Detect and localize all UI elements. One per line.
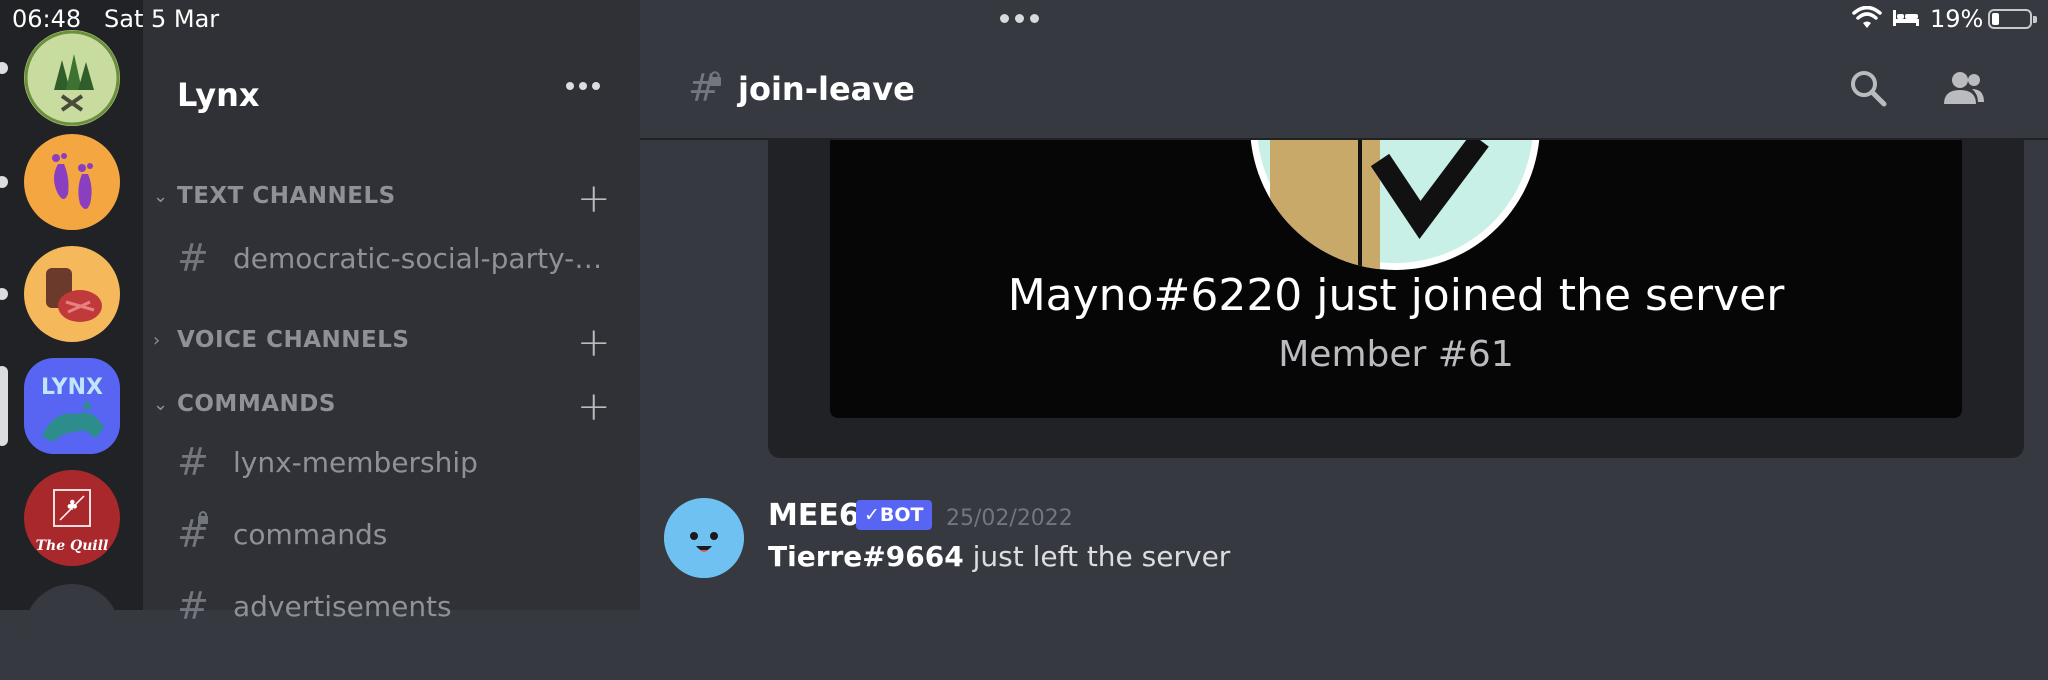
chevron-down-icon: ⌄ bbox=[153, 186, 169, 207]
channel-title: join-leave bbox=[738, 70, 915, 108]
chevron-right-icon: › bbox=[153, 330, 161, 351]
status-date: Sat 5 Mar bbox=[104, 5, 220, 33]
unread-indicator bbox=[0, 176, 8, 188]
server-rail: LYNX ♣ The Quill bbox=[0, 0, 143, 680]
bot-badge: ✓BOT bbox=[856, 500, 932, 530]
svg-text:LYNX: LYNX bbox=[41, 375, 103, 400]
lock-icon bbox=[198, 511, 208, 524]
channel-item-advertisements[interactable]: # advertisements bbox=[177, 584, 617, 634]
channel-label: lynx-membership bbox=[233, 446, 478, 479]
sleep-mode-icon bbox=[1893, 10, 1919, 26]
svg-text:The Quill: The Quill bbox=[36, 538, 109, 554]
category-commands[interactable]: ⌄ COMMANDS + bbox=[153, 384, 623, 430]
search-icon[interactable] bbox=[1848, 68, 1888, 108]
wifi-icon bbox=[1852, 6, 1882, 28]
status-bar: 06:48 Sat 5 Mar 19% bbox=[0, 0, 2048, 38]
category-text-channels[interactable]: ⌄ TEXT CHANNELS + bbox=[153, 176, 623, 222]
channel-label: advertisements bbox=[233, 590, 452, 623]
chevron-down-icon: ⌄ bbox=[153, 394, 169, 415]
text-channel-icon: # bbox=[177, 584, 209, 628]
unread-indicator bbox=[0, 288, 8, 300]
server-icon-feet[interactable] bbox=[24, 134, 120, 230]
new-member-avatar bbox=[1250, 140, 1540, 270]
add-channel-icon[interactable]: + bbox=[577, 176, 611, 222]
welcome-card-image: Mayno#6220 just joined the server Member… bbox=[830, 140, 1962, 418]
add-channel-icon[interactable]: + bbox=[577, 384, 611, 430]
add-channel-icon[interactable]: + bbox=[577, 320, 611, 366]
battery-percentage: 19% bbox=[1930, 5, 1984, 33]
lock-icon bbox=[709, 71, 721, 86]
category-voice-channels[interactable]: › VOICE CHANNELS + bbox=[153, 320, 623, 366]
status-time: 06:48 bbox=[12, 5, 82, 33]
message-user-mention: Tierre#9664 bbox=[768, 540, 964, 573]
welcome-embed: Mayno#6220 just joined the server Member… bbox=[768, 140, 2024, 458]
message-text: just left the server bbox=[963, 540, 1231, 573]
message-list[interactable]: Mayno#6220 just joined the server Member… bbox=[640, 140, 2048, 610]
welcome-joined-text: Mayno#6220 just joined the server bbox=[1007, 270, 1785, 321]
channel-header: # join-leave bbox=[640, 38, 2048, 140]
category-label: TEXT CHANNELS bbox=[177, 183, 396, 209]
unread-indicator bbox=[0, 62, 8, 74]
server-name[interactable]: Lynx bbox=[177, 76, 260, 114]
channel-item-commands[interactable]: # commands bbox=[177, 511, 617, 562]
server-options-icon[interactable] bbox=[566, 82, 600, 90]
channel-item-democratic-social-party[interactable]: # democratic-social-party-a... bbox=[177, 236, 617, 286]
message-content: Tierre#9664 just left the server bbox=[768, 540, 1230, 573]
server-icon-lynx[interactable]: LYNX bbox=[24, 358, 120, 454]
battery-icon bbox=[1988, 9, 2037, 29]
message-timestamp: 25/02/2022 bbox=[946, 506, 1073, 531]
message-author[interactable]: MEE6 bbox=[768, 498, 860, 533]
multitasking-dots-icon[interactable] bbox=[1000, 14, 1039, 23]
category-label: COMMANDS bbox=[177, 391, 336, 417]
server-icon-meat[interactable] bbox=[24, 246, 120, 342]
text-channel-icon: # bbox=[177, 440, 209, 484]
channel-sidebar: Lynx ⌄ TEXT CHANNELS + # democratic-soci… bbox=[143, 0, 640, 628]
server-icon-forest[interactable] bbox=[24, 30, 120, 126]
channel-label: commands bbox=[233, 518, 388, 551]
active-server-indicator bbox=[0, 366, 8, 446]
server-icon-add[interactable] bbox=[24, 584, 120, 680]
channel-label: democratic-social-party-a... bbox=[233, 242, 617, 275]
server-icon-the-quill[interactable]: ♣ The Quill bbox=[24, 470, 120, 566]
text-channel-icon: # bbox=[177, 236, 209, 280]
avatar[interactable] bbox=[664, 498, 744, 578]
welcome-member-count: Member #61 bbox=[1278, 334, 1514, 375]
member-list-icon[interactable] bbox=[1942, 70, 1986, 106]
category-label: VOICE CHANNELS bbox=[177, 327, 410, 353]
channel-item-lynx-membership[interactable]: # lynx-membership bbox=[177, 440, 617, 490]
